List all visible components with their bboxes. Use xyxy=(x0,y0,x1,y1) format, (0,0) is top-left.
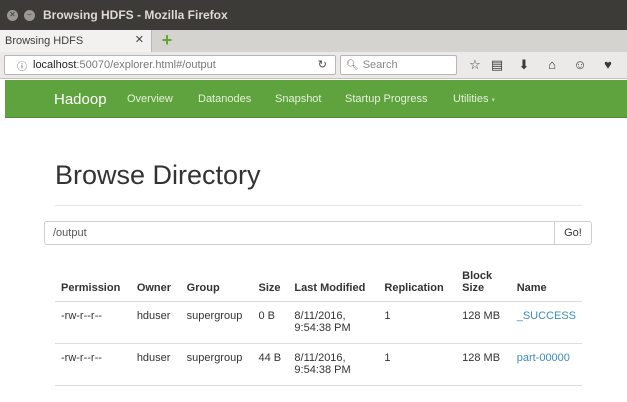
file-link[interactable]: _SUCCESS xyxy=(517,310,576,322)
window-title: Browsing HDFS - Mozilla Firefox xyxy=(43,8,228,22)
cell-block-size: 128 MB xyxy=(456,301,511,344)
nav-utilities[interactable]: Utilities ▾ xyxy=(453,93,495,105)
title-divider xyxy=(55,205,582,206)
cell-name: part-00000 xyxy=(510,343,582,386)
site-info-icon[interactable]: ⓘ xyxy=(17,58,27,73)
search-box[interactable]: 🔍︎ Search xyxy=(340,55,457,75)
file-listing-table: Permission Owner Group Size Last Modifie… xyxy=(55,263,582,386)
home-icon[interactable]: ⌂ xyxy=(544,57,560,73)
page-title: Browse Directory xyxy=(55,160,261,190)
nav-startup-progress[interactable]: Startup Progress xyxy=(345,93,428,105)
url-host: localhost xyxy=(33,59,77,71)
search-icon: 🔍︎ xyxy=(346,59,359,71)
window-close-icon[interactable]: ✕ xyxy=(7,9,18,21)
browser-navbar: ⓘ localhost :50070/explorer.html#/output… xyxy=(0,52,627,79)
pocket-icon[interactable]: ♥ xyxy=(600,57,616,73)
hadoop-brand[interactable]: Hadoop xyxy=(54,91,107,108)
bookmark-star-icon[interactable]: ☆ xyxy=(467,57,483,73)
window-minimize-icon[interactable]: − xyxy=(24,9,35,21)
search-placeholder: Search xyxy=(362,59,398,71)
header-replication[interactable]: Replication xyxy=(378,263,457,302)
cell-block-size: 128 MB xyxy=(456,343,511,386)
header-block-size[interactable]: Block Size xyxy=(456,263,511,302)
cell-group: supergroup xyxy=(180,301,253,344)
directory-path-input[interactable]: /output xyxy=(44,221,556,245)
cell-owner: hduser xyxy=(130,301,181,344)
url-bar[interactable]: ⓘ localhost :50070/explorer.html#/output… xyxy=(4,55,336,75)
cell-permission[interactable]: -rw-r--r-- xyxy=(55,343,131,386)
modified-time: 9:54:38 PM xyxy=(294,363,351,376)
cell-last-modified: 8/11/2016, 9:54:38 PM xyxy=(288,301,379,344)
nav-snapshot[interactable]: Snapshot xyxy=(275,93,321,105)
download-icon[interactable]: ⬇ xyxy=(516,57,532,73)
cell-group: supergroup xyxy=(180,343,253,386)
cell-name: _SUCCESS xyxy=(510,301,582,344)
modified-time: 9:54:38 PM xyxy=(294,321,351,334)
go-button[interactable]: Go! xyxy=(554,221,592,245)
file-link[interactable]: part-00000 xyxy=(517,352,570,364)
tab-bar: Browsing HDFS ✕ + xyxy=(0,30,627,52)
reload-icon[interactable]: ↻ xyxy=(318,58,327,71)
nav-overview[interactable]: Overview xyxy=(127,93,173,105)
header-name[interactable]: Name xyxy=(510,263,582,302)
window-titlebar: ✕ − Browsing HDFS - Mozilla Firefox xyxy=(0,0,627,30)
hadoop-navbar: Hadoop Overview Datanodes Snapshot Start… xyxy=(5,80,627,118)
table-row: -rw-r--r-- hduser supergroup 44 B 8/11/2… xyxy=(55,343,582,386)
cell-last-modified: 8/11/2016, 9:54:38 PM xyxy=(288,343,379,386)
header-last-modified[interactable]: Last Modified xyxy=(288,263,379,302)
cell-size: 0 B xyxy=(252,301,289,344)
nav-datanodes[interactable]: Datanodes xyxy=(198,93,251,105)
caret-down-icon: ▾ xyxy=(491,97,496,104)
tab-label: Browsing HDFS xyxy=(5,35,84,47)
nav-utilities-label: Utilities xyxy=(453,93,489,105)
header-group[interactable]: Group xyxy=(180,263,253,302)
url-path: :50070/explorer.html#/output xyxy=(76,59,216,71)
cell-size: 44 B xyxy=(252,343,289,386)
tab-browsing-hdfs[interactable]: Browsing HDFS ✕ xyxy=(0,30,152,52)
header-owner[interactable]: Owner xyxy=(130,263,181,302)
tab-close-icon[interactable]: ✕ xyxy=(135,33,144,46)
cell-replication: 1 xyxy=(378,343,457,386)
cell-replication: 1 xyxy=(378,301,457,344)
chat-icon[interactable]: ☺ xyxy=(572,57,588,73)
cell-permission[interactable]: -rw-r--r-- xyxy=(55,301,131,344)
header-size[interactable]: Size xyxy=(252,263,289,302)
table-header-row: Permission Owner Group Size Last Modifie… xyxy=(55,263,582,302)
table-row: -rw-r--r-- hduser supergroup 0 B 8/11/20… xyxy=(55,301,582,344)
header-permission[interactable]: Permission xyxy=(55,263,131,302)
modified-date: 8/11/2016, xyxy=(294,351,346,364)
reader-list-icon[interactable]: ▤ xyxy=(489,57,505,73)
cell-owner: hduser xyxy=(130,343,181,386)
modified-date: 8/11/2016, xyxy=(294,309,346,322)
new-tab-icon[interactable]: + xyxy=(159,31,175,49)
